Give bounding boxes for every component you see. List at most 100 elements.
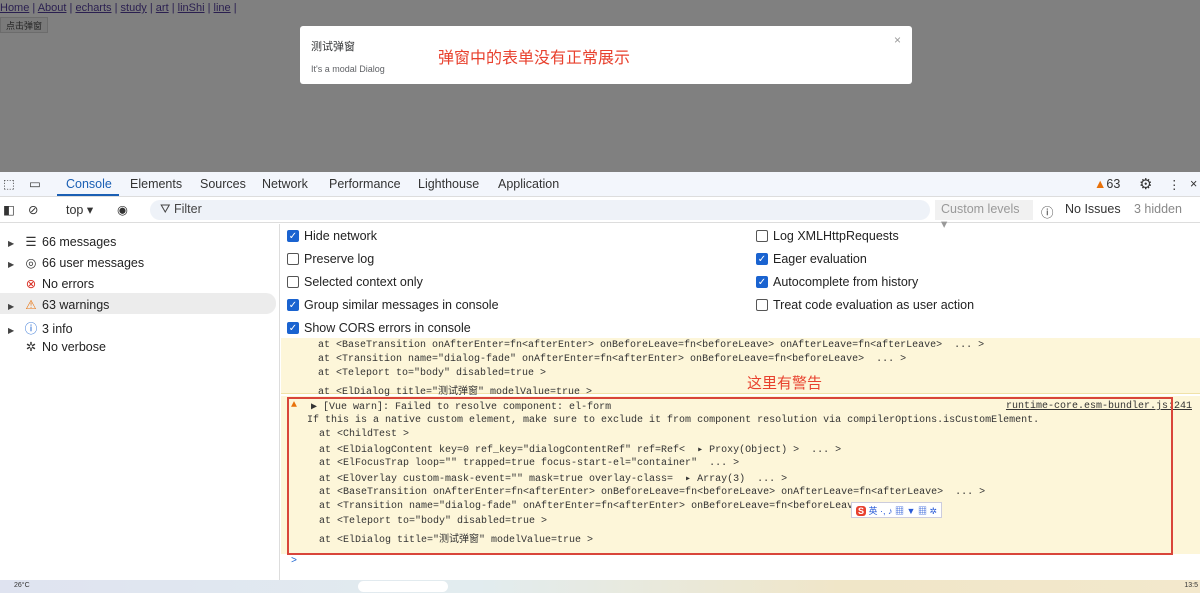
nav-link-linshi[interactable]: linShi [178,2,205,14]
log-levels-dropdown[interactable]: Custom levels ▾ [935,200,1033,231]
sidebar-item-label: 63 warnings [42,298,110,312]
nav-link-study[interactable]: study [121,2,147,14]
setting-label: Group similar messages in console [304,298,499,312]
eye-icon[interactable]: ◉ [117,202,128,217]
setting-preserve-log[interactable]: Preserve log [287,252,374,266]
annotation-text: 弹窗中的表单没有正常展示 [438,50,631,67]
issues-link[interactable]: No Issues [1065,202,1121,216]
sidebar-item-label: 66 user messages [42,256,145,270]
list-icon: ☰ [25,235,37,249]
clock: 13:5 [1184,582,1198,589]
setting-log-xmlhttprequests[interactable]: Log XMLHttpRequests [756,229,899,243]
checkbox[interactable]: ✓ [287,322,299,334]
console-log: at <BaseTransition onAfterEnter=fn<after… [281,338,1200,580]
sidebar-item-63-warnings[interactable]: ▶ ⚠ 63 warnings [0,293,276,314]
ime-logo: S [856,506,867,516]
warning-icon: ⚠ [25,298,37,312]
modal-body: It's a modal Dialog [311,64,385,74]
setting-treat-code-evaluation-as-user-action[interactable]: Treat code evaluation as user action [756,298,974,312]
sidebar-item-no-errors[interactable]: ⊗ No errors [0,272,276,293]
nav-link-echarts[interactable]: echarts [75,2,111,14]
filter-input[interactable]: ⛛ Filter [150,200,930,220]
tab-lighthouse[interactable]: Lighthouse [418,177,479,191]
sidebar-item-3-info[interactable]: ▶ ⓘ 3 info [0,314,276,336]
tab-network[interactable]: Network [262,177,308,191]
close-icon[interactable]: × [1190,177,1197,191]
stack-line: at <BaseTransition onAfterEnter=fn<after… [318,340,985,351]
taskbar: 26°C 13:5 [0,580,1200,593]
setting-selected-context-only[interactable]: Selected context only [287,275,423,289]
nav-link-art[interactable]: art [156,2,169,14]
gear-icon[interactable]: ⚙ [1139,175,1152,193]
expand-arrow-icon[interactable]: ▶ [8,326,20,335]
nav-link-about[interactable]: About [38,2,67,14]
checkbox[interactable] [287,253,299,265]
setting-label: Hide network [304,229,377,243]
setting-label: Preserve log [304,252,375,266]
ime-toolbar[interactable]: S 英 ·, ♪ ▦ ▼ ▦ ✲ [851,502,942,518]
weather-widget[interactable]: 26°C [14,582,30,589]
user-icon: ◎ [25,256,37,270]
warnings-counter[interactable]: ▲63 [1094,177,1120,191]
expand-arrow-icon[interactable]: ▶ [8,239,20,248]
hidden-count: 3 hidden [1134,202,1182,216]
nav-bar: Home | About | echarts | study | art | l… [0,2,237,14]
expand-arrow-icon[interactable]: ▶ [8,302,20,311]
setting-group-similar-messages-in-console[interactable]: ✓ Group similar messages in console [287,298,499,312]
setting-eager-evaluation[interactable]: ✓ Eager evaluation [756,252,867,266]
sidebar-item-label: No verbose [42,340,106,354]
checkbox[interactable] [756,230,768,242]
tab-elements[interactable]: Elements [130,177,182,191]
checkbox[interactable] [756,299,768,311]
clear-console-icon[interactable]: ⊘ [28,202,38,217]
checkbox[interactable]: ✓ [287,299,299,311]
sidebar-item-no-verbose[interactable]: ✲ No verbose [0,335,276,356]
sidebar-item-label: 66 messages [42,235,117,249]
device-toolbar-icon[interactable]: ▭ [29,176,41,191]
setting-label: Treat code evaluation as user action [773,298,975,312]
tab-application[interactable]: Application [498,177,559,191]
checkbox[interactable]: ✓ [756,276,768,288]
checkbox[interactable]: ✓ [287,230,299,242]
devtools-tab-bar: ⬚ ▭ Console Elements Sources Network Perform… [0,172,1200,197]
filter-icon: ⛛ [160,202,174,216]
tab-sources[interactable]: Sources [200,177,246,191]
stack-line: at <Transition name="dialog-fade" onAfte… [318,354,907,365]
setting-hide-network[interactable]: ✓ Hide network [287,229,377,243]
console-settings: ✓ Hide network Preserve log Selected contex… [281,224,1200,338]
inspect-element-icon[interactable]: ⬚ [3,176,15,191]
more-options-icon[interactable]: ⋮ [1168,177,1181,192]
sidebar-item-66-user-messages[interactable]: ▶ ◎ 66 user messages [0,251,276,272]
sidebar-item-label: No errors [42,277,95,291]
ime-language: 英 [868,506,878,516]
sidebar-item-label: 3 info [42,322,73,336]
tab-console[interactable]: Console [66,177,112,191]
modal-title: 测试弹窗 [311,41,355,53]
checkbox[interactable]: ✓ [756,253,768,265]
close-icon[interactable]: × [894,33,901,47]
sidebar-toggle-icon[interactable]: ◧ [3,202,15,217]
setting-show-cors-errors-in-console[interactable]: ✓ Show CORS errors in console [287,321,471,335]
filter-placeholder: Filter [173,202,202,216]
nav-link-home[interactable]: Home [0,2,29,14]
setting-label: Autocomplete from history [773,275,919,289]
setting-label: Show CORS errors in console [304,321,471,335]
expand-arrow-icon[interactable]: ▶ [8,260,20,269]
context-selector[interactable]: top ▾ [66,202,93,217]
open-dialog-button[interactable]: 点击弹窗 [0,17,49,33]
setting-label: Selected context only [304,275,423,289]
sidebar-item-66-messages[interactable]: ▶ ☰ 66 messages [0,230,276,251]
bug-icon: ✲ [25,340,37,354]
search-box[interactable] [358,581,448,592]
console-sidebar: ▶ ☰ 66 messages ▶ ◎ 66 user messages ⊗ No error… [0,224,280,580]
console-prompt[interactable]: > [291,556,297,567]
annotation-text: 这里有警告 [747,375,823,392]
setting-label: Eager evaluation [773,252,867,266]
warning-count: 63 [1106,177,1121,191]
setting-autocomplete-from-history[interactable]: ✓ Autocomplete from history [756,275,918,289]
checkbox[interactable] [287,276,299,288]
stack-line: at <Teleport to="body" disabled=true > [318,368,547,379]
tab-performance[interactable]: Performance [329,177,401,191]
nav-link-line[interactable]: line [214,2,231,14]
warning-icon: ▲ [1094,177,1107,191]
